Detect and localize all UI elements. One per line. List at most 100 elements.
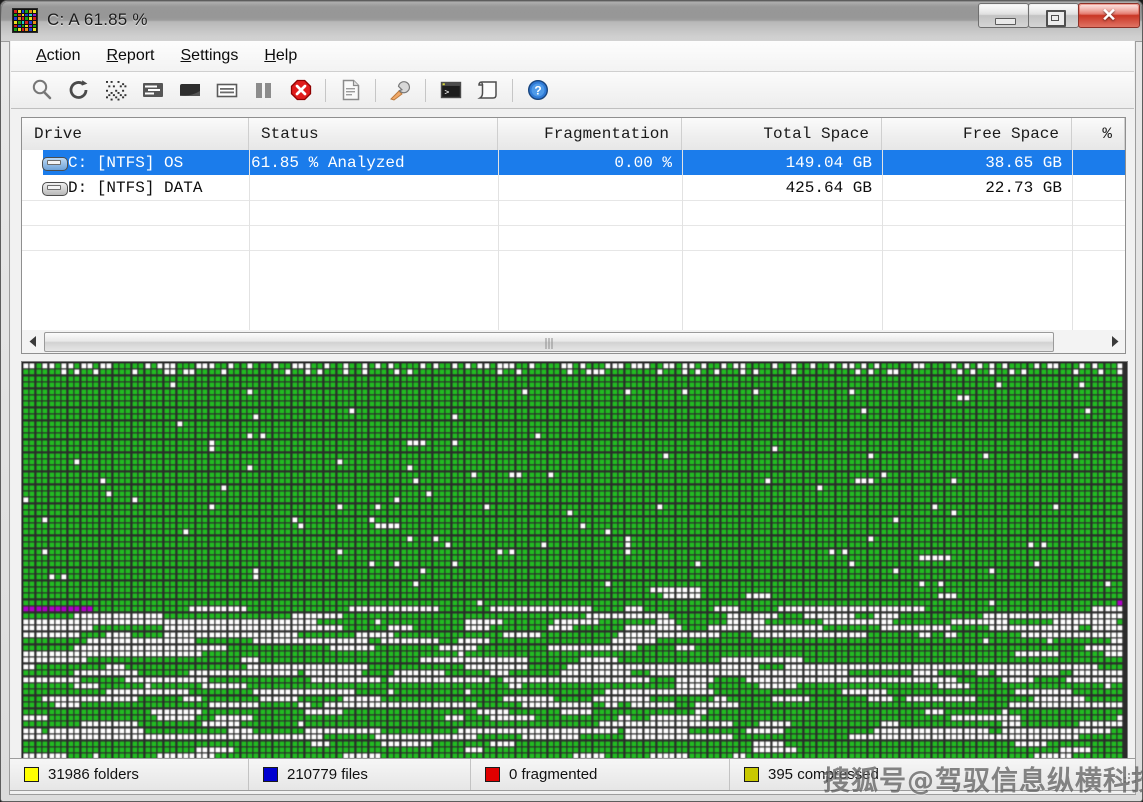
table-row[interactable]: C: [NTFS] OS61.85 % Analyzed0.00 %149.04… (22, 150, 1125, 175)
icon-block (18, 21, 21, 24)
menu-item-settings[interactable]: Settings (168, 45, 252, 67)
status-panel-label: 0 fragmented (509, 766, 597, 783)
application-window: C: A 61.85 % ✕ ActionReportSettingsHelp … (0, 0, 1143, 802)
icon-block (33, 25, 36, 28)
row-divider (22, 250, 1125, 251)
icon-block (29, 28, 32, 31)
hard-disk-icon-gray (42, 180, 66, 195)
legend-color-swatch (744, 767, 759, 782)
maximize-icon (1046, 10, 1066, 27)
cell-fragmentation: 0.00 % (498, 150, 682, 175)
help-icon[interactable]: ? (519, 74, 556, 107)
icon-block (14, 25, 17, 28)
column-divider (249, 150, 250, 353)
pause-icon[interactable] (245, 74, 282, 107)
toolbar-separator (375, 79, 376, 102)
maximize-button[interactable] (1028, 3, 1079, 28)
cell-status: 61.85 % Analyzed (249, 150, 498, 175)
icon-block (29, 17, 32, 20)
column-header-status[interactable]: Status (249, 118, 498, 150)
status-panel-1: 210779 files (249, 759, 471, 790)
drive-list-body[interactable]: C: [NTFS] OS61.85 % Analyzed0.00 %149.04… (22, 150, 1125, 353)
title-bar[interactable]: C: A 61.85 % ✕ (1, 1, 1143, 41)
column-header-drive[interactable]: Drive (22, 118, 249, 150)
tool-bar: >? (11, 72, 1134, 109)
report-icon[interactable] (332, 74, 369, 107)
column-header-fragmentation[interactable]: Fragmentation (498, 118, 682, 150)
disk-slot (47, 160, 61, 165)
cell-status (249, 175, 498, 200)
icon-block (14, 28, 17, 31)
icon-block (33, 14, 36, 17)
window-title: C: A 61.85 % (47, 10, 148, 30)
icon-block (14, 21, 17, 24)
disk-cluster-map[interactable] (21, 361, 1128, 788)
icon-block (22, 28, 25, 31)
scroll-left-arrow[interactable] (22, 331, 44, 353)
disk-slot (47, 185, 61, 190)
column-header-[interactable]: % (1072, 118, 1125, 150)
legend-color-swatch (263, 767, 278, 782)
svg-text:?: ? (534, 84, 541, 98)
stop-icon[interactable] (282, 74, 319, 107)
cell-fragmentation (498, 175, 682, 200)
consolidate-icon[interactable] (208, 74, 245, 107)
menu-item-help[interactable]: Help (251, 45, 310, 67)
toolbar-separator (512, 79, 513, 102)
table-row[interactable]: D: [NTFS] DATA425.64 GB22.73 GB (22, 175, 1125, 200)
column-header-free-space[interactable]: Free Space (882, 118, 1072, 150)
resize-grip[interactable] (1118, 773, 1132, 787)
status-panel-0: 31986 folders (10, 759, 249, 790)
icon-block (18, 25, 21, 28)
drive-list-header: DriveStatusFragmentationTotal SpaceFree … (22, 118, 1125, 151)
cell-free-space: 38.65 GB (882, 150, 1072, 175)
close-button[interactable]: ✕ (1078, 3, 1140, 28)
icon-block (22, 14, 25, 17)
horizontal-scroll-thumb[interactable] (44, 332, 1054, 352)
icon-block (29, 25, 32, 28)
cell-total-space: 425.64 GB (682, 175, 882, 200)
icon-block (25, 28, 28, 31)
defrag-blocks-icon (12, 8, 38, 33)
scroll-right-arrow[interactable] (1103, 331, 1125, 353)
scroll-track[interactable] (44, 331, 1103, 353)
minimize-button[interactable] (978, 3, 1029, 28)
drive-list[interactable]: DriveStatusFragmentationTotal SpaceFree … (21, 117, 1126, 354)
column-header-total-space[interactable]: Total Space (682, 118, 882, 150)
icon-block (22, 10, 25, 13)
status-panel-label: 31986 folders (48, 766, 139, 783)
menu-item-action[interactable]: Action (23, 45, 93, 67)
defrag-icon[interactable] (97, 74, 134, 107)
cell-total-space: 149.04 GB (682, 150, 882, 175)
column-divider (682, 150, 683, 353)
scroll-thumb-grip (546, 338, 553, 349)
refresh-icon[interactable] (60, 74, 97, 107)
console-icon[interactable]: > (432, 74, 469, 107)
icon-block (18, 14, 21, 17)
optimize-icon[interactable] (134, 74, 171, 107)
icon-block (22, 17, 25, 20)
minimize-icon (995, 18, 1016, 25)
status-bar: 31986 folders210779 files0 fragmented395… (9, 758, 1136, 791)
cluster-map-canvas[interactable] (23, 363, 1126, 786)
icon-block (14, 14, 17, 17)
icon-block (22, 21, 25, 24)
quick-defrag-icon[interactable] (171, 74, 208, 107)
cell-percent (1072, 175, 1125, 200)
log-icon[interactable] (469, 74, 506, 107)
column-divider (1072, 150, 1073, 353)
status-panel-2: 0 fragmented (471, 759, 730, 790)
settings-wrench-icon[interactable] (382, 74, 419, 107)
icon-block (14, 10, 17, 13)
horizontal-scrollbar[interactable] (21, 330, 1126, 354)
icon-block (25, 25, 28, 28)
analyze-icon[interactable] (23, 74, 60, 107)
column-divider (882, 150, 883, 353)
row-divider (22, 200, 1125, 201)
cell-drive: D: [NTFS] DATA (66, 175, 249, 200)
button-gloss (980, 5, 1027, 15)
toolbar-separator (425, 79, 426, 102)
icon-block (29, 14, 32, 17)
toolbar-separator (325, 79, 326, 102)
menu-item-report[interactable]: Report (93, 45, 167, 67)
